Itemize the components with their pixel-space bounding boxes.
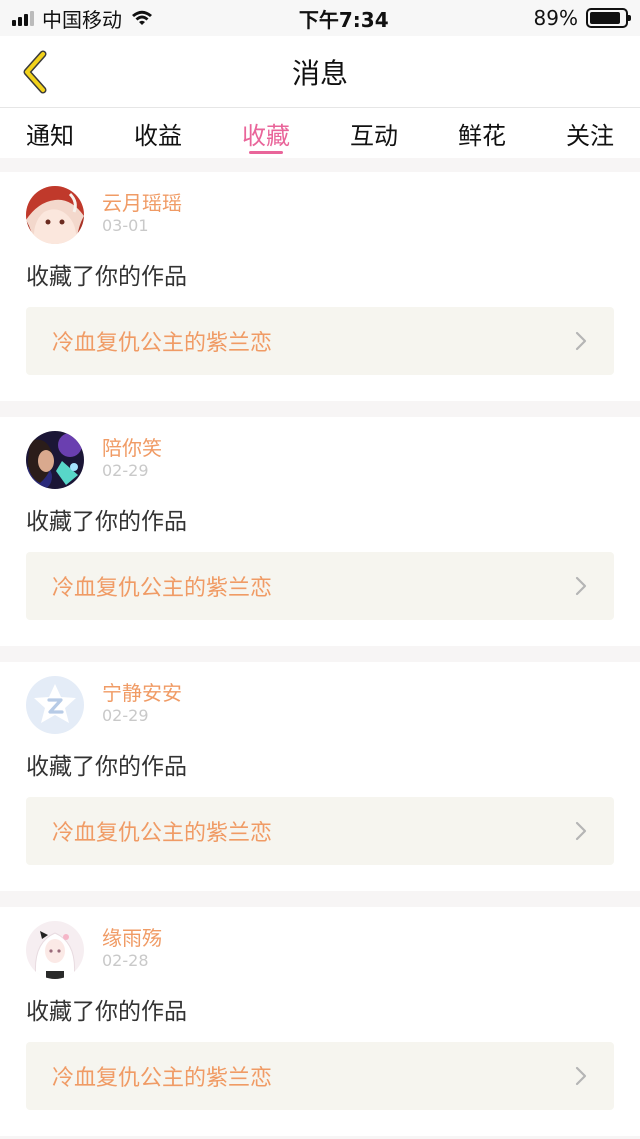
status-right: 89%: [533, 6, 631, 30]
action-text: 收藏了你的作品: [26, 754, 187, 780]
tab-follows[interactable]: 关注: [566, 108, 614, 158]
work-title: 冷血复仇公主的紫兰恋: [52, 1066, 273, 1091]
chevron-right-icon: [575, 1066, 587, 1086]
tab-earnings[interactable]: 收益: [134, 108, 182, 158]
signal-icon: [12, 10, 34, 26]
wifi-icon: [132, 10, 152, 25]
status-left: 中国移动: [12, 4, 154, 33]
user-name[interactable]: 缘雨殇: [102, 925, 162, 951]
message-date: 02-29: [102, 461, 149, 480]
list-item: 陪你笑 02-29 收藏了你的作品 冷血复仇公主的紫兰恋: [0, 417, 640, 646]
back-button[interactable]: [12, 50, 56, 94]
carrier-label: 中国移动: [42, 7, 122, 32]
action-text: 收藏了你的作品: [26, 509, 187, 535]
avatar[interactable]: [26, 921, 84, 979]
chevron-left-icon: [23, 50, 47, 94]
work-title: 冷血复仇公主的紫兰恋: [52, 821, 273, 846]
message-list: 云月瑶瑶 03-01 收藏了你的作品 冷血复仇公主的紫兰恋 陪你笑 02-29 …: [0, 158, 640, 1136]
action-text: 收藏了你的作品: [26, 999, 187, 1025]
nav-bar: 消息: [0, 36, 640, 108]
battery-icon: [585, 8, 631, 28]
status-time: 下午7:34: [298, 7, 389, 32]
page-title: 消息: [291, 56, 348, 90]
card-header: 陪你笑 02-29: [26, 431, 614, 493]
work-link[interactable]: 冷血复仇公主的紫兰恋: [26, 797, 614, 865]
work-link[interactable]: 冷血复仇公主的紫兰恋: [26, 307, 614, 375]
chevron-right-icon: [575, 331, 587, 351]
avatar[interactable]: [26, 431, 84, 489]
default-qq-avatar-icon: [26, 676, 84, 734]
avatar[interactable]: [26, 676, 84, 734]
user-info: 缘雨殇 02-28: [102, 921, 162, 971]
message-date: 03-01: [102, 216, 149, 235]
tab-interactions[interactable]: 互动: [350, 108, 398, 158]
work-link[interactable]: 冷血复仇公主的紫兰恋: [26, 1042, 614, 1110]
user-name[interactable]: 陪你笑: [102, 435, 162, 461]
work-link[interactable]: 冷血复仇公主的紫兰恋: [26, 552, 614, 620]
work-title: 冷血复仇公主的紫兰恋: [52, 576, 273, 601]
photo-avatar-icon: [26, 431, 84, 489]
user-info: 陪你笑 02-29: [102, 431, 162, 481]
card-header: 云月瑶瑶 03-01: [26, 186, 614, 248]
tab-flowers[interactable]: 鲜花: [458, 108, 506, 158]
chevron-right-icon: [575, 821, 587, 841]
status-bar: 中国移动 下午7:34 89%: [0, 0, 640, 36]
battery-percent: 89%: [533, 6, 578, 30]
list-item: 云月瑶瑶 03-01 收藏了你的作品 冷血复仇公主的紫兰恋: [0, 172, 640, 401]
tab-bar: 通知 收益 收藏 互动 鲜花 关注: [0, 108, 640, 158]
avatar[interactable]: [26, 186, 84, 244]
list-item: 宁静安安 02-29 收藏了你的作品 冷血复仇公主的紫兰恋: [0, 662, 640, 891]
message-date: 02-29: [102, 706, 149, 725]
card-header: 缘雨殇 02-28: [26, 921, 614, 983]
work-title: 冷血复仇公主的紫兰恋: [52, 331, 273, 356]
chevron-right-icon: [575, 576, 587, 596]
anime-girl-avatar-icon: [26, 186, 84, 244]
tab-favorites[interactable]: 收藏: [242, 108, 290, 158]
tab-notifications[interactable]: 通知: [26, 108, 74, 158]
card-header: 宁静安安 02-29: [26, 676, 614, 738]
user-name[interactable]: 宁静安安: [102, 680, 182, 706]
battery-level: [589, 12, 621, 24]
message-date: 02-28: [102, 951, 149, 970]
action-text: 收藏了你的作品: [26, 264, 187, 290]
user-name[interactable]: 云月瑶瑶: [102, 190, 182, 216]
user-info: 云月瑶瑶 03-01: [102, 186, 182, 236]
user-info: 宁静安安 02-29: [102, 676, 182, 726]
list-item: 缘雨殇 02-28 收藏了你的作品 冷血复仇公主的紫兰恋: [0, 907, 640, 1136]
anime-white-hair-avatar-icon: [26, 921, 84, 979]
